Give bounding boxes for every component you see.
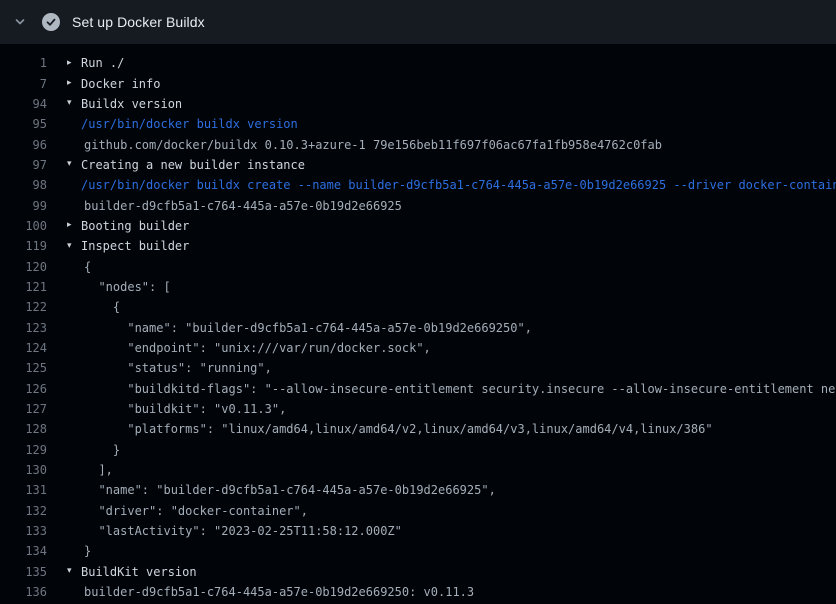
log-line: 96 github.com/docker/buildx 0.10.3+azure… <box>0 134 836 154</box>
log-line[interactable]: 119 ▾ Inspect builder <box>0 236 836 256</box>
line-number[interactable]: 132 <box>0 504 47 518</box>
line-text: /usr/bin/docker buildx create --name bui… <box>81 178 836 192</box>
line-text: "buildkit": "v0.11.3", <box>84 402 286 416</box>
line-text: github.com/docker/buildx 0.10.3+azure-1 … <box>84 138 662 152</box>
log-lines-container: 1 ▸ Run ./ 7 ▸ Docker info 94 ▾ Buildx v… <box>0 44 836 602</box>
line-number[interactable]: 136 <box>0 585 47 599</box>
triangle-collapsed-icon[interactable]: ▸ <box>67 221 81 230</box>
line-number[interactable]: 123 <box>0 321 47 335</box>
line-text: "lastActivity": "2023-02-25T11:58:12.000… <box>84 524 402 538</box>
line-number[interactable]: 97 <box>0 158 47 172</box>
log-line: 98 /usr/bin/docker buildx create --name … <box>0 175 836 195</box>
log-line: 123 "name": "builder-d9cfb5a1-c764-445a-… <box>0 317 836 337</box>
line-number[interactable]: 135 <box>0 565 47 579</box>
log-line[interactable]: 94 ▾ Buildx version <box>0 94 836 114</box>
line-text: Creating a new builder instance <box>81 158 305 172</box>
log-line: 128 "platforms": "linux/amd64,linux/amd6… <box>0 419 836 439</box>
log-line: 125 "status": "running", <box>0 358 836 378</box>
log-line: 124 "endpoint": "unix:///var/run/docker.… <box>0 338 836 358</box>
check-circle-icon <box>42 13 60 31</box>
line-number[interactable]: 128 <box>0 422 47 436</box>
line-number[interactable]: 134 <box>0 544 47 558</box>
line-text: "status": "running", <box>84 361 272 375</box>
line-text: "nodes": [ <box>84 280 171 294</box>
line-number[interactable]: 125 <box>0 361 47 375</box>
triangle-collapsed-icon[interactable]: ▸ <box>67 59 81 68</box>
line-number[interactable]: 7 <box>0 77 47 91</box>
log-line: 95 /usr/bin/docker buildx version <box>0 114 836 134</box>
line-text: Run ./ <box>81 56 124 70</box>
line-text: Docker info <box>81 77 160 91</box>
line-number[interactable]: 100 <box>0 219 47 233</box>
line-number[interactable]: 120 <box>0 260 47 274</box>
log-line: 99 builder-d9cfb5a1-c764-445a-a57e-0b19d… <box>0 195 836 215</box>
line-number[interactable]: 96 <box>0 138 47 152</box>
line-text: BuildKit version <box>81 565 197 579</box>
line-number[interactable]: 1 <box>0 56 47 70</box>
line-number[interactable]: 124 <box>0 341 47 355</box>
step-header[interactable]: Set up Docker Buildx <box>0 0 836 44</box>
log-line: 129 } <box>0 440 836 460</box>
log-line: 136 builder-d9cfb5a1-c764-445a-a57e-0b19… <box>0 582 836 602</box>
triangle-expanded-icon[interactable]: ▾ <box>67 99 81 108</box>
triangle-expanded-icon[interactable]: ▾ <box>67 567 81 576</box>
line-text: /usr/bin/docker buildx version <box>81 117 298 131</box>
log-line: 127 "buildkit": "v0.11.3", <box>0 399 836 419</box>
log-line[interactable]: 7 ▸ Docker info <box>0 73 836 93</box>
log-line: 133 "lastActivity": "2023-02-25T11:58:12… <box>0 521 836 541</box>
line-text: { <box>84 260 91 274</box>
line-text: "endpoint": "unix:///var/run/docker.sock… <box>84 341 431 355</box>
line-number[interactable]: 131 <box>0 483 47 497</box>
line-text: "buildkitd-flags": "--allow-insecure-ent… <box>84 382 836 396</box>
line-number[interactable]: 122 <box>0 300 47 314</box>
log-line: 134 } <box>0 541 836 561</box>
line-text: Buildx version <box>81 97 182 111</box>
log-line[interactable]: 97 ▾ Creating a new builder instance <box>0 155 836 175</box>
line-text: builder-d9cfb5a1-c764-445a-a57e-0b19d2e6… <box>84 585 474 599</box>
log-line: 132 "driver": "docker-container", <box>0 501 836 521</box>
line-text: Booting builder <box>81 219 189 233</box>
line-number[interactable]: 133 <box>0 524 47 538</box>
line-number[interactable]: 121 <box>0 280 47 294</box>
chevron-down-icon[interactable] <box>12 14 28 30</box>
log-line: 122 { <box>0 297 836 317</box>
log-line: 121 "nodes": [ <box>0 277 836 297</box>
line-text: } <box>84 544 91 558</box>
line-text: "name": "builder-d9cfb5a1-c764-445a-a57e… <box>84 321 532 335</box>
line-text: "name": "builder-d9cfb5a1-c764-445a-a57e… <box>84 483 496 497</box>
triangle-expanded-icon[interactable]: ▾ <box>67 242 81 251</box>
log-line: 130 ], <box>0 460 836 480</box>
log-line[interactable]: 100 ▸ Booting builder <box>0 216 836 236</box>
line-number[interactable]: 94 <box>0 97 47 111</box>
log-line[interactable]: 135 ▾ BuildKit version <box>0 562 836 582</box>
line-text: "platforms": "linux/amd64,linux/amd64/v2… <box>84 422 713 436</box>
log-line[interactable]: 1 ▸ Run ./ <box>0 53 836 73</box>
line-text: builder-d9cfb5a1-c764-445a-a57e-0b19d2e6… <box>84 199 402 213</box>
line-text: { <box>84 300 120 314</box>
line-number[interactable]: 130 <box>0 463 47 477</box>
line-number[interactable]: 95 <box>0 117 47 131</box>
line-text: Inspect builder <box>81 239 189 253</box>
step-title: Set up Docker Buildx <box>72 14 205 30</box>
line-number[interactable]: 99 <box>0 199 47 213</box>
line-number[interactable]: 126 <box>0 382 47 396</box>
log-line: 126 "buildkitd-flags": "--allow-insecure… <box>0 379 836 399</box>
line-number[interactable]: 119 <box>0 239 47 253</box>
line-number[interactable]: 129 <box>0 443 47 457</box>
line-number[interactable]: 98 <box>0 178 47 192</box>
line-number[interactable]: 127 <box>0 402 47 416</box>
log-line: 131 "name": "builder-d9cfb5a1-c764-445a-… <box>0 480 836 500</box>
line-text: "driver": "docker-container", <box>84 504 308 518</box>
log-line: 120 { <box>0 256 836 276</box>
triangle-expanded-icon[interactable]: ▾ <box>67 160 81 169</box>
triangle-collapsed-icon[interactable]: ▸ <box>67 79 81 88</box>
line-text: } <box>84 443 120 457</box>
line-text: ], <box>84 463 113 477</box>
